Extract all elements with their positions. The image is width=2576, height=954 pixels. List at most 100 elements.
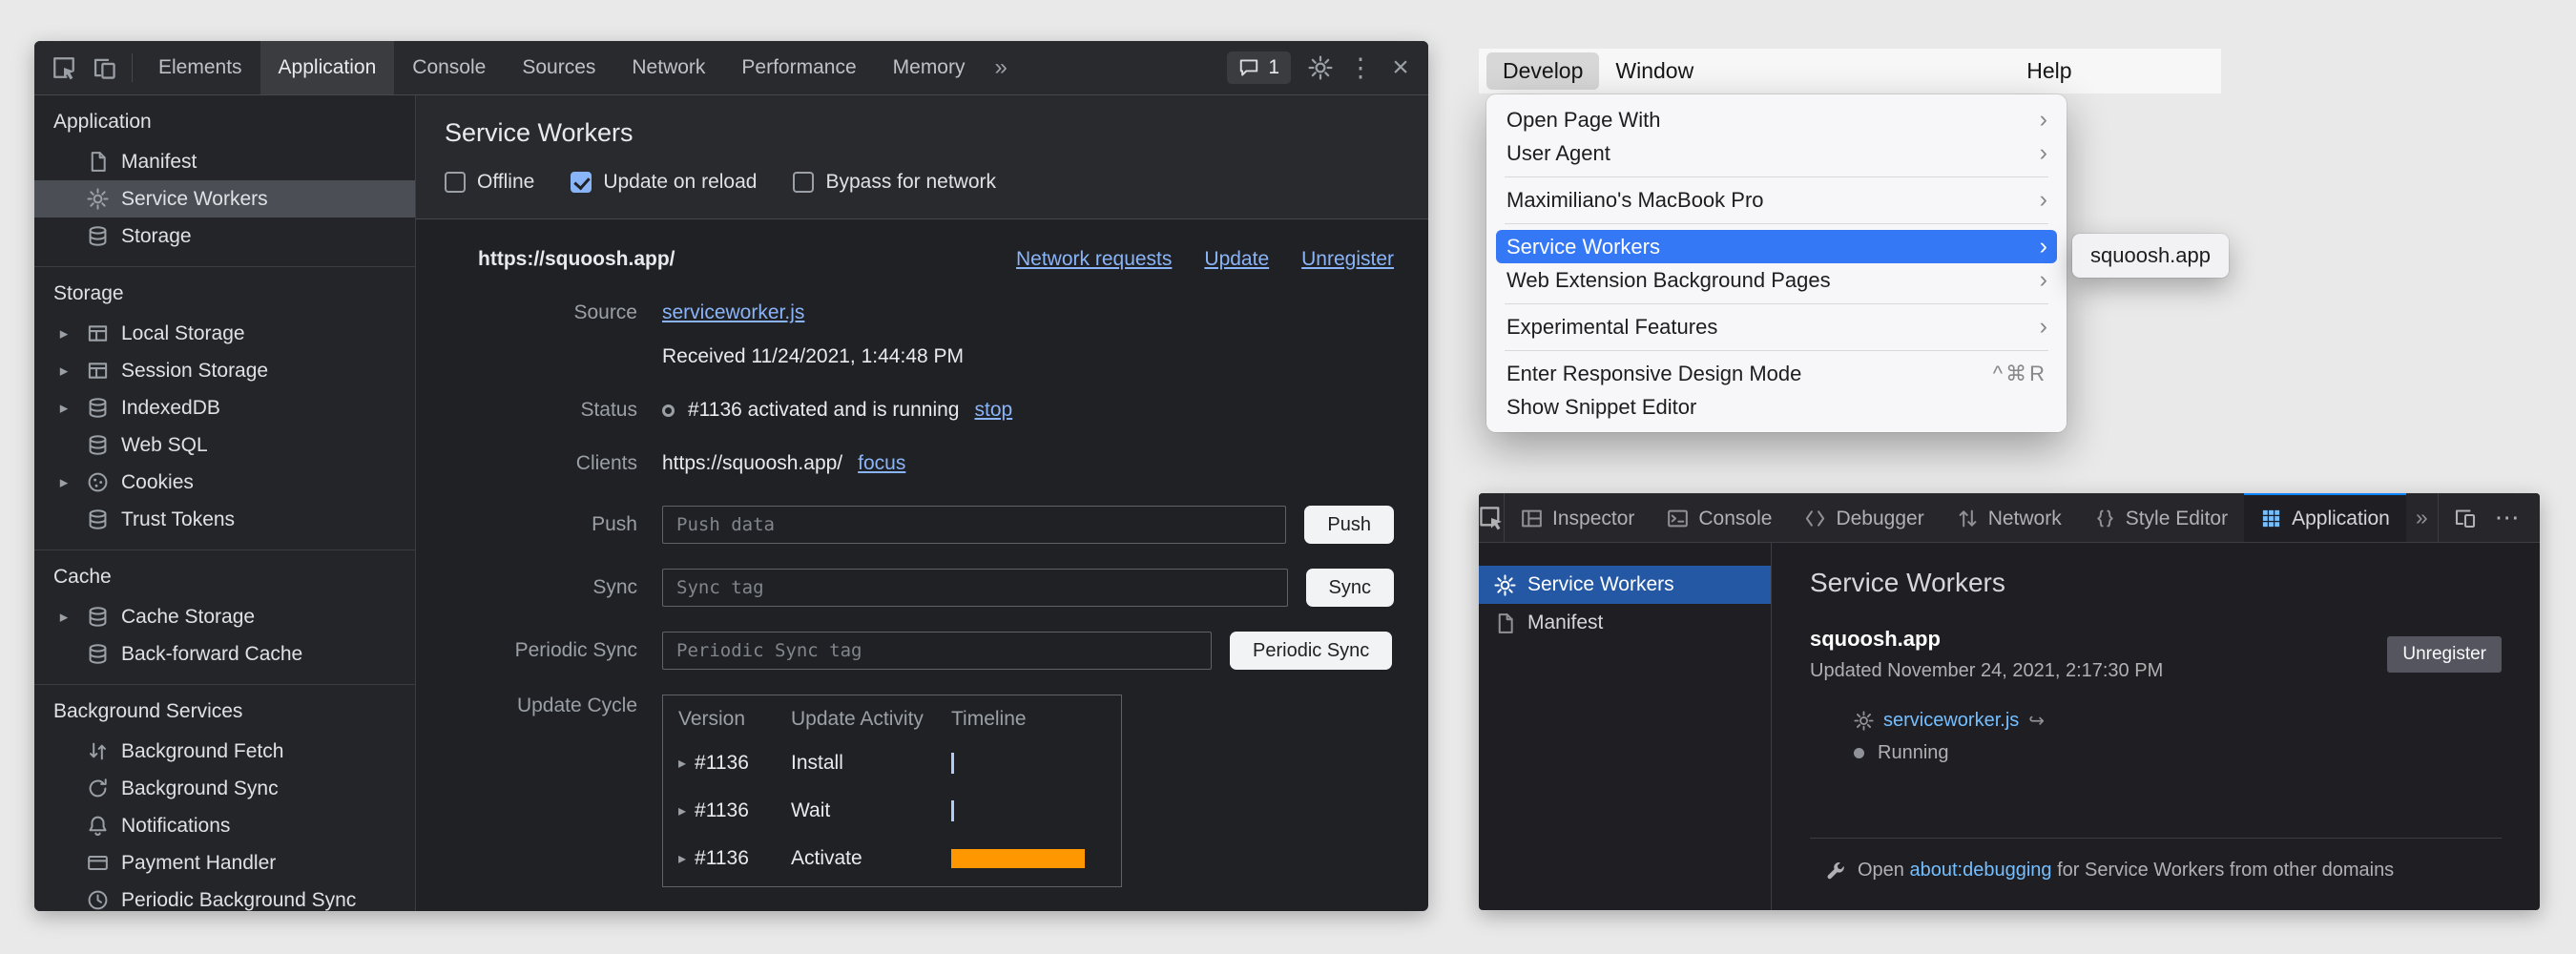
tab-console[interactable]: Console — [1651, 493, 1788, 542]
sidebar-item-manifest[interactable]: Manifest — [34, 143, 415, 180]
tab-sources[interactable]: Sources — [504, 41, 613, 94]
menu-item-enter-responsive-design-mode[interactable]: Enter Responsive Design Mode ^⌘R — [1496, 357, 2057, 390]
device-toolbar-icon[interactable] — [84, 48, 124, 88]
expand-triangle-icon[interactable]: ▸ — [678, 801, 686, 820]
sidebar-item-cache-stor age[interactable]: ▸ Cache Storage — [34, 598, 415, 635]
update-cycle-table-header: Version Update Activity Timeline — [663, 699, 1121, 739]
offline-checkbox[interactable]: Offline — [445, 171, 534, 194]
jump-to-debugger-icon[interactable]: ↪ — [2028, 709, 2045, 733]
expand-triangle-icon[interactable]: ▸ — [53, 362, 74, 381]
expand-triangle-icon[interactable]: ▸ — [53, 324, 74, 343]
sync-tag-input[interactable] — [662, 569, 1288, 607]
console-messages-badge[interactable]: 1 — [1227, 52, 1291, 84]
tab-performance[interactable]: Performance — [723, 41, 874, 94]
sidebar-item-storage[interactable]: Storage — [34, 218, 415, 255]
menu-item-macbook-pro[interactable]: Maximiliano's MacBook Pro › — [1496, 183, 2057, 217]
update-cycle-row-activate[interactable]: ▸ #1136 Activate — [663, 835, 1121, 882]
tab-network[interactable]: Network — [1941, 493, 2078, 542]
network-requests-link[interactable]: Network requests — [1016, 248, 1172, 271]
serviceworker-file-link[interactable]: serviceworker.js — [1883, 710, 2019, 732]
menu-item-service-workers[interactable]: Service Workers › — [1496, 230, 2057, 263]
tab-style-editor[interactable]: Style Editor — [2078, 493, 2244, 542]
menu-item-web-extension-background-pages[interactable]: Web Extension Background Pages › — [1496, 263, 2057, 297]
sidebar-item-service-workers[interactable]: Service Workers — [34, 180, 415, 218]
close-devtools-icon[interactable]: × — [2528, 493, 2540, 542]
sidebar-item-back-forward-cache[interactable]: Back-forward Cache — [34, 635, 415, 673]
update-cycle-row-wait[interactable]: ▸ #1136 Wait — [663, 787, 1121, 835]
tab-label: Console — [1698, 508, 1772, 530]
periodic-sync-tag-input[interactable] — [662, 632, 1212, 670]
sidebar-item-service-workers[interactable]: Service Workers — [1479, 566, 1771, 604]
menu-item-open-page-with[interactable]: Open Page With › — [1496, 103, 2057, 136]
serviceworker-file-link[interactable]: serviceworker.js — [662, 301, 804, 323]
sync-button[interactable]: Sync — [1306, 569, 1394, 607]
menu-item-experimental-features[interactable]: Experimental Features › — [1496, 310, 2057, 343]
periodic-sync-button[interactable]: Periodic Sync — [1230, 632, 1392, 670]
tab-inspector[interactable]: Inspector — [1505, 493, 1651, 542]
update-on-reload-checkbox[interactable]: Update on reload — [571, 171, 757, 194]
sidebar-section-background-services: Background Services Background Fetch Bac… — [34, 684, 415, 911]
unregister-button[interactable]: Unregister — [2387, 636, 2502, 673]
more-tabs-icon[interactable]: » — [983, 41, 1018, 94]
menu-item-user-agent[interactable]: User Agent › — [1496, 136, 2057, 170]
focus-link[interactable]: focus — [858, 452, 905, 475]
meatball-menu-icon[interactable]: ⋯ — [2486, 493, 2528, 542]
service-workers-submenu[interactable]: squoosh.app — [2072, 234, 2229, 278]
service-worker-options: Offline Update on reload Bypass for netw… — [445, 171, 1400, 194]
tab-application[interactable]: Application — [2244, 493, 2406, 542]
sidebar-item-periodic-background-sync[interactable]: Periodic Background Sync — [34, 881, 415, 911]
menubar-item-window[interactable]: Window — [1599, 52, 1710, 90]
sidebar-item-cookies[interactable]: ▸ Cookies — [34, 464, 415, 501]
expand-triangle-icon[interactable]: ▸ — [53, 473, 74, 492]
expand-triangle-icon[interactable]: ▸ — [678, 849, 686, 868]
expand-triangle-icon[interactable]: ▸ — [678, 754, 686, 773]
kebab-menu-icon[interactable]: ⋮ — [1340, 48, 1381, 88]
menu-item-show-snippet-editor[interactable]: Show Snippet Editor — [1496, 390, 2057, 424]
develop-menu-dropdown: Open Page With › User Agent › Maximilian… — [1486, 94, 2067, 432]
update-link[interactable]: Update — [1204, 248, 1269, 271]
sidebar-item-label: Storage — [121, 225, 192, 248]
push-data-input[interactable] — [662, 506, 1286, 544]
tab-memory[interactable]: Memory — [875, 41, 984, 94]
update-cycle-row-install[interactable]: ▸ #1136 Install — [663, 739, 1121, 787]
bypass-for-network-checkbox[interactable]: Bypass for network — [793, 171, 996, 194]
sidebar-item-trust-tokens[interactable]: Trust Tokens — [34, 501, 415, 538]
sidebar-item-manifest[interactable]: Manifest — [1479, 604, 1771, 642]
sidebar-item-payment-handler[interactable]: Payment Handler — [34, 844, 415, 881]
tab-debugger[interactable]: Debugger — [1788, 493, 1940, 542]
worker-origin: squoosh.app — [1810, 627, 2163, 652]
inspect-element-icon[interactable] — [44, 48, 84, 88]
service-workers-header: Service Workers Offline Update on reload… — [416, 95, 1428, 219]
tab-application[interactable]: Application — [260, 41, 395, 94]
checkbox-box[interactable] — [793, 172, 814, 193]
tab-elements[interactable]: Elements — [140, 41, 260, 94]
tab-network[interactable]: Network — [613, 41, 723, 94]
menubar-item-help[interactable]: Help — [2010, 52, 2088, 90]
sidebar-item-background-sync[interactable]: Background Sync — [34, 770, 415, 807]
stop-link[interactable]: stop — [974, 399, 1012, 422]
sidebar-item-local-storage[interactable]: ▸ Local Storage — [34, 315, 415, 352]
checkbox-box[interactable] — [445, 172, 466, 193]
submenu-item-squoosh[interactable]: squoosh.app — [2090, 243, 2211, 268]
sidebar-item-session-storage[interactable]: ▸ Session Storage — [34, 352, 415, 389]
expand-triangle-icon[interactable]: ▸ — [53, 399, 74, 418]
tab-console[interactable]: Console — [394, 41, 504, 94]
sidebar-item-indexeddb[interactable]: ▸ IndexedDB — [34, 389, 415, 426]
unregister-link[interactable]: Unregister — [1301, 248, 1394, 271]
push-button[interactable]: Push — [1304, 506, 1394, 544]
cookie-icon — [87, 471, 109, 493]
service-worker-gear-icon — [1494, 574, 1516, 596]
close-devtools-icon[interactable]: × — [1381, 48, 1421, 88]
expand-triangle-icon[interactable]: ▸ — [53, 608, 74, 627]
settings-gear-icon[interactable] — [1300, 48, 1340, 88]
sidebar-item-notifications[interactable]: Notifications — [34, 807, 415, 844]
pick-element-icon[interactable] — [1479, 493, 1505, 542]
about-debugging-link[interactable]: about:debugging — [1910, 860, 2052, 881]
menubar-item-develop[interactable]: Develop — [1486, 52, 1599, 90]
more-tabs-icon[interactable]: » — [2406, 493, 2438, 542]
responsive-design-mode-icon[interactable] — [2444, 493, 2486, 542]
sidebar-item-background-fetch[interactable]: Background Fetch — [34, 733, 415, 770]
sidebar-item-web-sql[interactable]: Web SQL — [34, 426, 415, 464]
menu-item-label: Show Snippet Editor — [1506, 395, 1696, 420]
checkbox-box-checked[interactable] — [571, 172, 592, 193]
